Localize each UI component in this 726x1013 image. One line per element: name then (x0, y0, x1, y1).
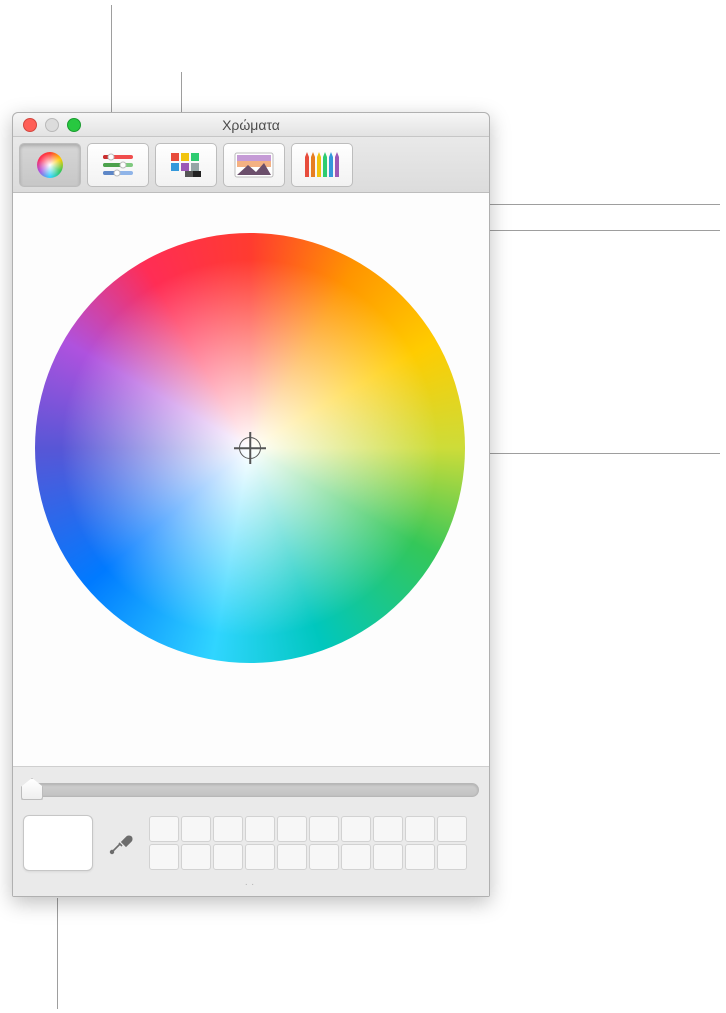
sliders-icon (101, 153, 135, 177)
saved-swatch[interactable] (181, 844, 211, 870)
image-palettes-tab[interactable] (223, 143, 285, 187)
saved-swatch[interactable] (277, 844, 307, 870)
color-wheel-icon (35, 150, 65, 180)
saved-swatch[interactable] (373, 816, 403, 842)
saved-swatch[interactable] (309, 844, 339, 870)
saved-swatch[interactable] (245, 844, 275, 870)
window-close-button[interactable] (23, 118, 37, 132)
eyedropper-icon (108, 830, 134, 856)
saved-swatch[interactable] (245, 816, 275, 842)
current-color-swatch[interactable] (23, 815, 93, 871)
saved-swatch[interactable] (437, 844, 467, 870)
saved-swatch[interactable] (373, 844, 403, 870)
window-minimize-button[interactable] (45, 118, 59, 132)
saved-swatch[interactable] (149, 816, 179, 842)
titlebar: Χρώματα (13, 113, 489, 137)
resize-grip[interactable]: ·· (23, 879, 479, 890)
picker-mode-toolbar (13, 137, 489, 193)
color-palettes-tab[interactable] (155, 143, 217, 187)
saved-swatch[interactable] (341, 844, 371, 870)
color-wheel[interactable] (35, 233, 465, 663)
color-wheel-cursor[interactable] (239, 437, 261, 459)
saved-swatch[interactable] (437, 816, 467, 842)
pencils-tab[interactable] (291, 143, 353, 187)
saved-swatch[interactable] (181, 816, 211, 842)
saved-swatch[interactable] (341, 816, 371, 842)
bottom-controls: ·· (13, 766, 489, 896)
image-icon (234, 152, 274, 178)
saved-swatch[interactable] (405, 816, 435, 842)
saved-swatch[interactable] (309, 816, 339, 842)
traffic-lights (13, 118, 81, 132)
brightness-slider[interactable] (23, 777, 479, 803)
saved-swatch[interactable] (213, 844, 243, 870)
palettes-icon (169, 151, 203, 179)
brightness-rail (23, 783, 479, 797)
brightness-handle[interactable] (21, 778, 43, 800)
eyedropper-button[interactable] (103, 821, 139, 865)
saved-swatches-grid (149, 816, 467, 870)
window-title: Χρώματα (13, 117, 489, 133)
saved-swatch[interactable] (213, 816, 243, 842)
color-sliders-tab[interactable] (87, 143, 149, 187)
saved-swatch[interactable] (277, 816, 307, 842)
colors-window: Χρώματα (12, 112, 490, 897)
window-zoom-button[interactable] (67, 118, 81, 132)
pencils-icon (303, 151, 341, 179)
saved-swatch[interactable] (405, 844, 435, 870)
color-wheel-tab[interactable] (19, 143, 81, 187)
saved-swatch[interactable] (149, 844, 179, 870)
color-wheel-area (13, 193, 489, 766)
